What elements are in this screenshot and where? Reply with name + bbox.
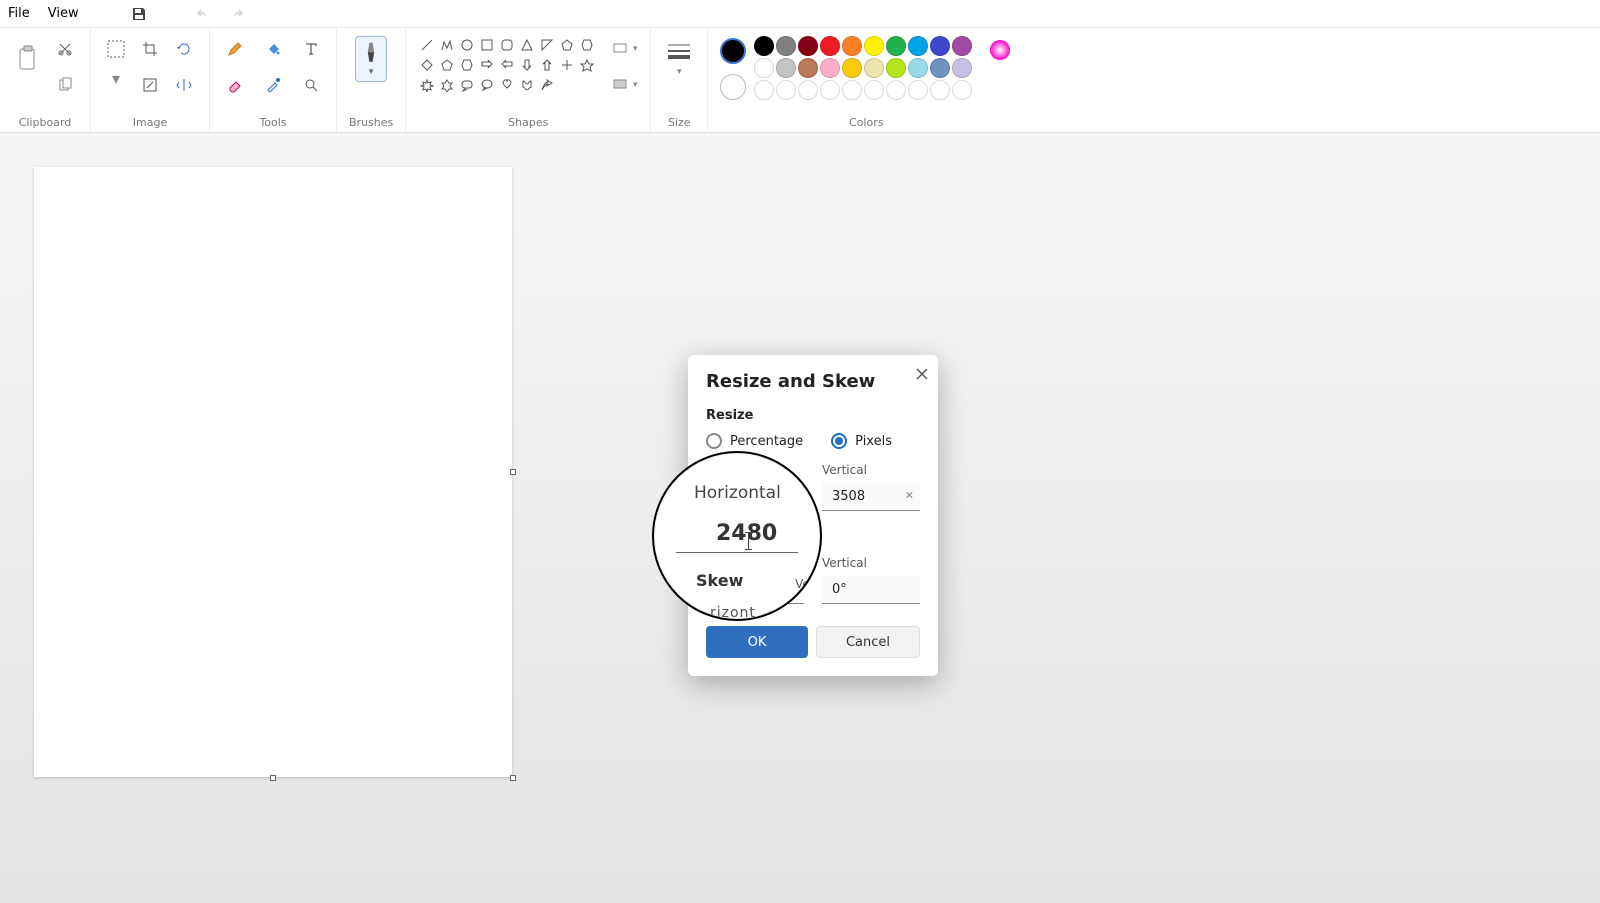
palette-row-3[interactable] [754, 80, 972, 100]
workarea: Resize and Skew Resize Percentage Pixels… [0, 133, 1600, 903]
color1-swatch[interactable] [720, 38, 746, 64]
group-colors: Colors [708, 28, 1024, 132]
color-swatch[interactable] [820, 58, 840, 78]
menubar: File View [0, 0, 1600, 28]
text-cursor-icon [748, 532, 749, 550]
color-swatch[interactable] [908, 58, 928, 78]
color-swatch[interactable] [798, 58, 818, 78]
chevron-down-icon[interactable]: ▾ [103, 72, 129, 84]
save-icon[interactable] [131, 6, 147, 22]
ribbon: Clipboard ▾ Image [0, 28, 1600, 133]
eyedropper-icon[interactable] [260, 72, 286, 98]
group-label-tools: Tools [259, 113, 286, 130]
radio-pixels[interactable]: Pixels [831, 433, 892, 449]
group-image: ▾ Image [91, 28, 210, 132]
color-swatch[interactable] [864, 36, 884, 56]
redo-icon[interactable] [229, 6, 245, 22]
magnifier-icon[interactable] [298, 72, 324, 98]
group-size: ▾ Size [651, 28, 708, 132]
brush-button[interactable]: ▾ [355, 36, 387, 82]
color-swatch[interactable] [842, 58, 862, 78]
color-swatch[interactable] [776, 58, 796, 78]
resize-handle-corner[interactable] [510, 775, 516, 781]
canvas[interactable] [34, 167, 512, 777]
size-button[interactable]: ▾ [663, 36, 695, 82]
color-swatch[interactable] [754, 36, 774, 56]
resize-vertical-field: Vertical ✕ [822, 463, 920, 511]
color-swatch[interactable] [798, 36, 818, 56]
color-swatch[interactable] [864, 58, 884, 78]
flip-icon[interactable] [171, 72, 197, 98]
magnifier-overlay: Horizontal 2480 Skew Vertical rizont [652, 451, 822, 621]
resize-handle-right[interactable] [510, 469, 516, 475]
menu-file[interactable]: File [8, 6, 30, 21]
cut-icon[interactable] [52, 36, 78, 62]
skew-vertical-field: Vertical [822, 556, 920, 604]
radio-percentage[interactable]: Percentage [706, 433, 803, 449]
ok-button[interactable]: OK [706, 626, 808, 658]
shape-outline-dropdown[interactable]: ▾ [612, 36, 638, 62]
crop-icon[interactable] [137, 36, 163, 62]
color-swatch[interactable] [820, 36, 840, 56]
color-swatch[interactable] [776, 36, 796, 56]
group-tools: Tools [210, 28, 337, 132]
mag-skew-label: Skew [670, 571, 804, 590]
mag-horizontal-label: Horizontal [670, 483, 804, 503]
color-swatch[interactable] [842, 36, 862, 56]
palette-row-1[interactable] [754, 36, 972, 56]
copy-icon[interactable] [52, 72, 78, 98]
group-shapes: ▾ ▾ Shapes [406, 28, 651, 132]
color-swatch[interactable] [952, 58, 972, 78]
resize-handle-bottom[interactable] [270, 775, 276, 781]
color-swatch[interactable] [908, 36, 928, 56]
dialog-title: Resize and Skew [706, 371, 920, 392]
palette-row-2[interactable] [754, 58, 972, 78]
group-clipboard: Clipboard [0, 28, 91, 132]
resize-icon[interactable] [137, 72, 163, 98]
shapes-gallery[interactable] [418, 36, 596, 94]
color-swatch[interactable] [754, 58, 774, 78]
select-button[interactable] [103, 36, 129, 62]
color2-swatch[interactable] [720, 74, 746, 100]
skew-vertical-input[interactable] [822, 576, 920, 604]
undo-icon[interactable] [195, 6, 211, 22]
color-swatch[interactable] [886, 36, 906, 56]
eraser-icon[interactable] [222, 72, 248, 98]
close-icon[interactable] [916, 365, 928, 384]
clear-icon[interactable]: ✕ [905, 489, 914, 502]
shape-fill-dropdown[interactable]: ▾ [612, 72, 638, 98]
color-swatch[interactable] [930, 58, 950, 78]
group-label-image: Image [133, 113, 167, 130]
group-label-colors: Colors [849, 113, 883, 130]
menu-view[interactable]: View [48, 6, 79, 21]
group-label-shapes: Shapes [508, 113, 548, 130]
paste-button[interactable] [12, 36, 44, 82]
rotate-icon[interactable] [171, 36, 197, 62]
pencil-icon[interactable] [222, 36, 248, 62]
mag-vertical-peek: Vertical [795, 577, 822, 591]
mag-horizontal-value: 2480 [676, 517, 798, 553]
cancel-button[interactable]: Cancel [816, 626, 920, 658]
color-swatch[interactable] [886, 58, 906, 78]
group-brushes: ▾ Brushes [337, 28, 406, 132]
group-label-brushes: Brushes [349, 113, 393, 130]
resize-header: Resize [706, 408, 920, 423]
edit-colors-button[interactable] [988, 38, 1012, 66]
text-icon[interactable] [298, 36, 324, 62]
mag-partial-text: rizont [710, 605, 756, 621]
chevron-down-icon: ▾ [677, 67, 682, 77]
bucket-icon[interactable] [260, 36, 286, 62]
group-label-clipboard: Clipboard [19, 113, 72, 130]
color-swatch[interactable] [952, 36, 972, 56]
group-label-size: Size [668, 113, 691, 130]
color-swatch[interactable] [930, 36, 950, 56]
chevron-down-icon: ▾ [369, 67, 374, 77]
